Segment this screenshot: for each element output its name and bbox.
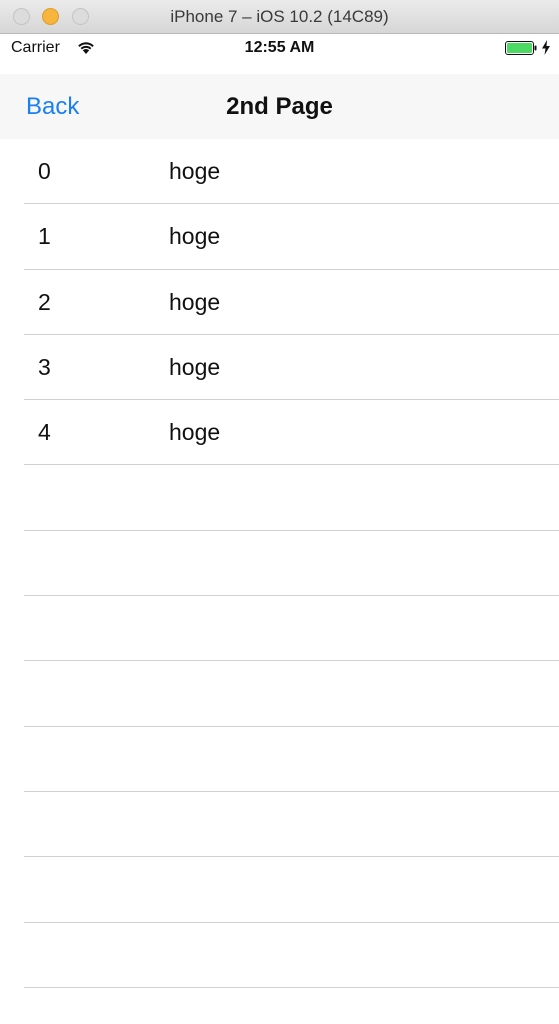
empty-table-row	[24, 531, 559, 597]
empty-table-row	[24, 923, 559, 988]
empty-table-row	[24, 727, 559, 792]
row-text-label: hoge	[169, 158, 221, 184]
window-title: iPhone 7 – iOS 10.2 (14C89)	[170, 7, 389, 26]
window-titlebar: iPhone 7 – iOS 10.2 (14C89)	[0, 0, 559, 34]
row-text-label: hoge	[169, 353, 221, 380]
status-time: 12:55 AM	[244, 39, 315, 56]
status-bar: Carrier 12:55 AM	[0, 34, 559, 74]
table-row[interactable]: 0 hoge	[24, 139, 559, 205]
battery-icon	[505, 41, 537, 55]
bolt-icon	[542, 40, 550, 55]
empty-table-row	[24, 988, 559, 1024]
table-row[interactable]: 4 hoge	[24, 400, 559, 466]
navigation-bar: Back 2nd Page	[0, 74, 559, 139]
row-index-label: 2	[38, 288, 51, 315]
table-row[interactable]: 3 hoge	[24, 335, 559, 401]
empty-table-row	[24, 661, 559, 727]
simulator-window: iPhone 7 – iOS 10.2 (14C89) Carrier 12:5…	[0, 0, 559, 1024]
table-view[interactable]: 0 hoge 1 hoge 2 hoge 3 hoge 4 hoge	[0, 139, 559, 1024]
row-index-label: 4	[38, 419, 51, 446]
table-row[interactable]: 1 hoge	[24, 204, 559, 270]
page-title: 2nd Page	[226, 93, 333, 120]
row-index-label: 3	[38, 353, 51, 380]
empty-table-row	[24, 465, 559, 531]
row-text-label: hoge	[169, 223, 221, 250]
row-text-label: hoge	[169, 419, 221, 446]
row-index-label: 1	[38, 223, 51, 250]
empty-table-row	[24, 596, 559, 662]
table-row[interactable]: 2 hoge	[24, 270, 559, 335]
row-text-label: hoge	[169, 288, 221, 315]
empty-table-row	[24, 792, 559, 858]
row-index-label: 0	[38, 158, 51, 184]
empty-table-row	[24, 857, 559, 923]
